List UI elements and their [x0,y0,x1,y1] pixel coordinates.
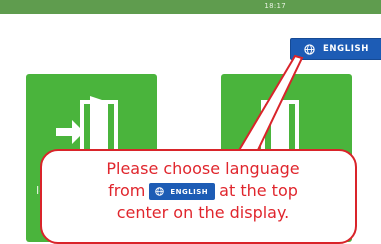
callout-line-2: from ENGLISH at the top [45,180,361,202]
callout-line-2-after: at the top [219,181,298,200]
callout-line-1: Please choose language [106,159,300,178]
globe-icon [155,187,165,196]
inline-language-button: ENGLISH [149,183,216,200]
callout-line-3: center on the display. [116,203,290,222]
callout-text: Please choose language from ENGLISH at the… [45,158,361,224]
callout-line-2-before: from [108,181,146,200]
inline-language-button-label: ENGLISH [170,187,209,196]
